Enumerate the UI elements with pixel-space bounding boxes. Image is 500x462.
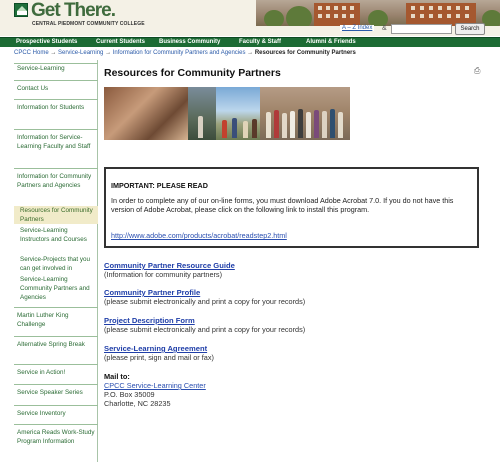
sidebar-subitem-partners-agencies[interactable]: Service-Learning Community Partners and … (14, 275, 98, 302)
partner-profile-link[interactable]: Community Partner Profile (104, 288, 200, 297)
sidebar-item-students[interactable]: Information for Students (14, 99, 98, 112)
nav-alumni-friends[interactable]: Alumni & Friends (306, 39, 356, 45)
service-agreement-note: (please print, sign and mail or fax) (104, 353, 214, 362)
volunteer-photo (188, 87, 216, 140)
important-notice: IMPORTANT: PLEASE READ In order to compl… (104, 167, 479, 248)
group-photo (260, 87, 350, 140)
outdoor-volunteers-photo (216, 87, 260, 140)
search-button[interactable]: Search (455, 23, 485, 35)
resource-guide-link[interactable]: Community Partner Resource Guide (104, 261, 235, 270)
building-shape (314, 3, 360, 26)
breadcrumb-current: Resources for Community Partners (254, 50, 356, 56)
sidebar-subitem-resources[interactable]: Resources for Community Partners (14, 206, 98, 224)
ampersand-icon: & (382, 25, 387, 32)
breadcrumb-separator: → (50, 50, 57, 56)
sidebar-item-spring-break[interactable]: Alternative Spring Break (14, 336, 98, 349)
site-header: Get There. CENTRAL PIEDMONT COMMUNITY CO… (0, 0, 500, 36)
breadcrumb-separator: → (105, 50, 112, 56)
logo-subtitle: CENTRAL PIEDMONT COMMUNITY COLLEGE (32, 21, 145, 27)
project-description-link[interactable]: Project Description Form (104, 316, 195, 325)
nav-business-community[interactable]: Business Community (159, 39, 220, 45)
print-icon[interactable]: ⎙ (474, 66, 480, 76)
sidebar-item-community-partners[interactable]: Information for Community Partners and A… (14, 168, 98, 190)
hands-photo (104, 87, 188, 140)
partner-profile-note: (please submit electronically and print … (104, 297, 306, 306)
photo-strip (104, 87, 350, 140)
mail-po-box: P.O. Box 35009 (104, 390, 155, 399)
page-title: Resources for Community Partners (104, 67, 281, 79)
nav-faculty-staff[interactable]: Faculty & Staff (239, 39, 281, 45)
service-learning-center-link[interactable]: CPCC Service-Learning Center (104, 381, 206, 390)
sidebar-item-mlk-challenge[interactable]: Martin Luther King Challenge (14, 307, 98, 329)
sidebar-item-service-learning[interactable]: Service-Learning (14, 63, 98, 73)
resource-guide-note: (Information for community partners) (104, 270, 223, 279)
service-agreement-link[interactable]: Service-Learning Agreement (104, 344, 207, 353)
main-nav: Prospective Students Current Students Bu… (0, 37, 500, 47)
mail-city: Charlotte, NC 28235 (104, 399, 171, 408)
sidebar-item-speaker-series[interactable]: Service Speaker Series (14, 384, 98, 397)
breadcrumb-service-learning[interactable]: Service-Learning (58, 50, 103, 56)
sidebar-subitem-instructors[interactable]: Service-Learning Instructors and Courses (14, 226, 98, 244)
important-heading: IMPORTANT: PLEASE READ (111, 181, 208, 190)
search-input[interactable] (391, 24, 452, 34)
breadcrumb-home[interactable]: CPCC Home (14, 50, 49, 56)
logo-title[interactable]: Get There. (31, 0, 116, 22)
sidebar-nav: Service-Learning Contact Us Information … (14, 60, 98, 462)
breadcrumb-community-partners[interactable]: Information for Community Partners and A… (113, 50, 246, 56)
a-z-index-link[interactable]: A – Z Index (340, 25, 375, 31)
project-description-note: (please submit electronically and print … (104, 325, 306, 334)
sidebar-item-faculty-staff[interactable]: Information for Service-Learning Faculty… (14, 129, 98, 151)
nav-prospective-students[interactable]: Prospective Students (16, 39, 77, 45)
cpcc-logo-icon[interactable] (14, 3, 28, 17)
sidebar-item-service-in-action[interactable]: Service in Action! (14, 364, 98, 377)
sidebar-item-service-inventory[interactable]: Service Inventory (14, 405, 98, 418)
sidebar-subitem-service-projects[interactable]: Service-Projects that you can get involv… (14, 255, 98, 273)
mail-label: Mail to: (104, 372, 130, 381)
important-text: In order to complete any of our on-line … (111, 196, 454, 215)
breadcrumb: CPCC Home → Service-Learning → Informati… (14, 50, 356, 56)
nav-current-students[interactable]: Current Students (96, 39, 145, 45)
sidebar-item-america-reads[interactable]: America Reads Work-Study Program Informa… (14, 424, 98, 446)
sidebar-item-contact-us[interactable]: Contact Us (14, 80, 98, 93)
adobe-download-link[interactable]: http://www.adobe.com/products/acrobat/re… (111, 231, 287, 240)
breadcrumb-separator: → (247, 50, 254, 56)
